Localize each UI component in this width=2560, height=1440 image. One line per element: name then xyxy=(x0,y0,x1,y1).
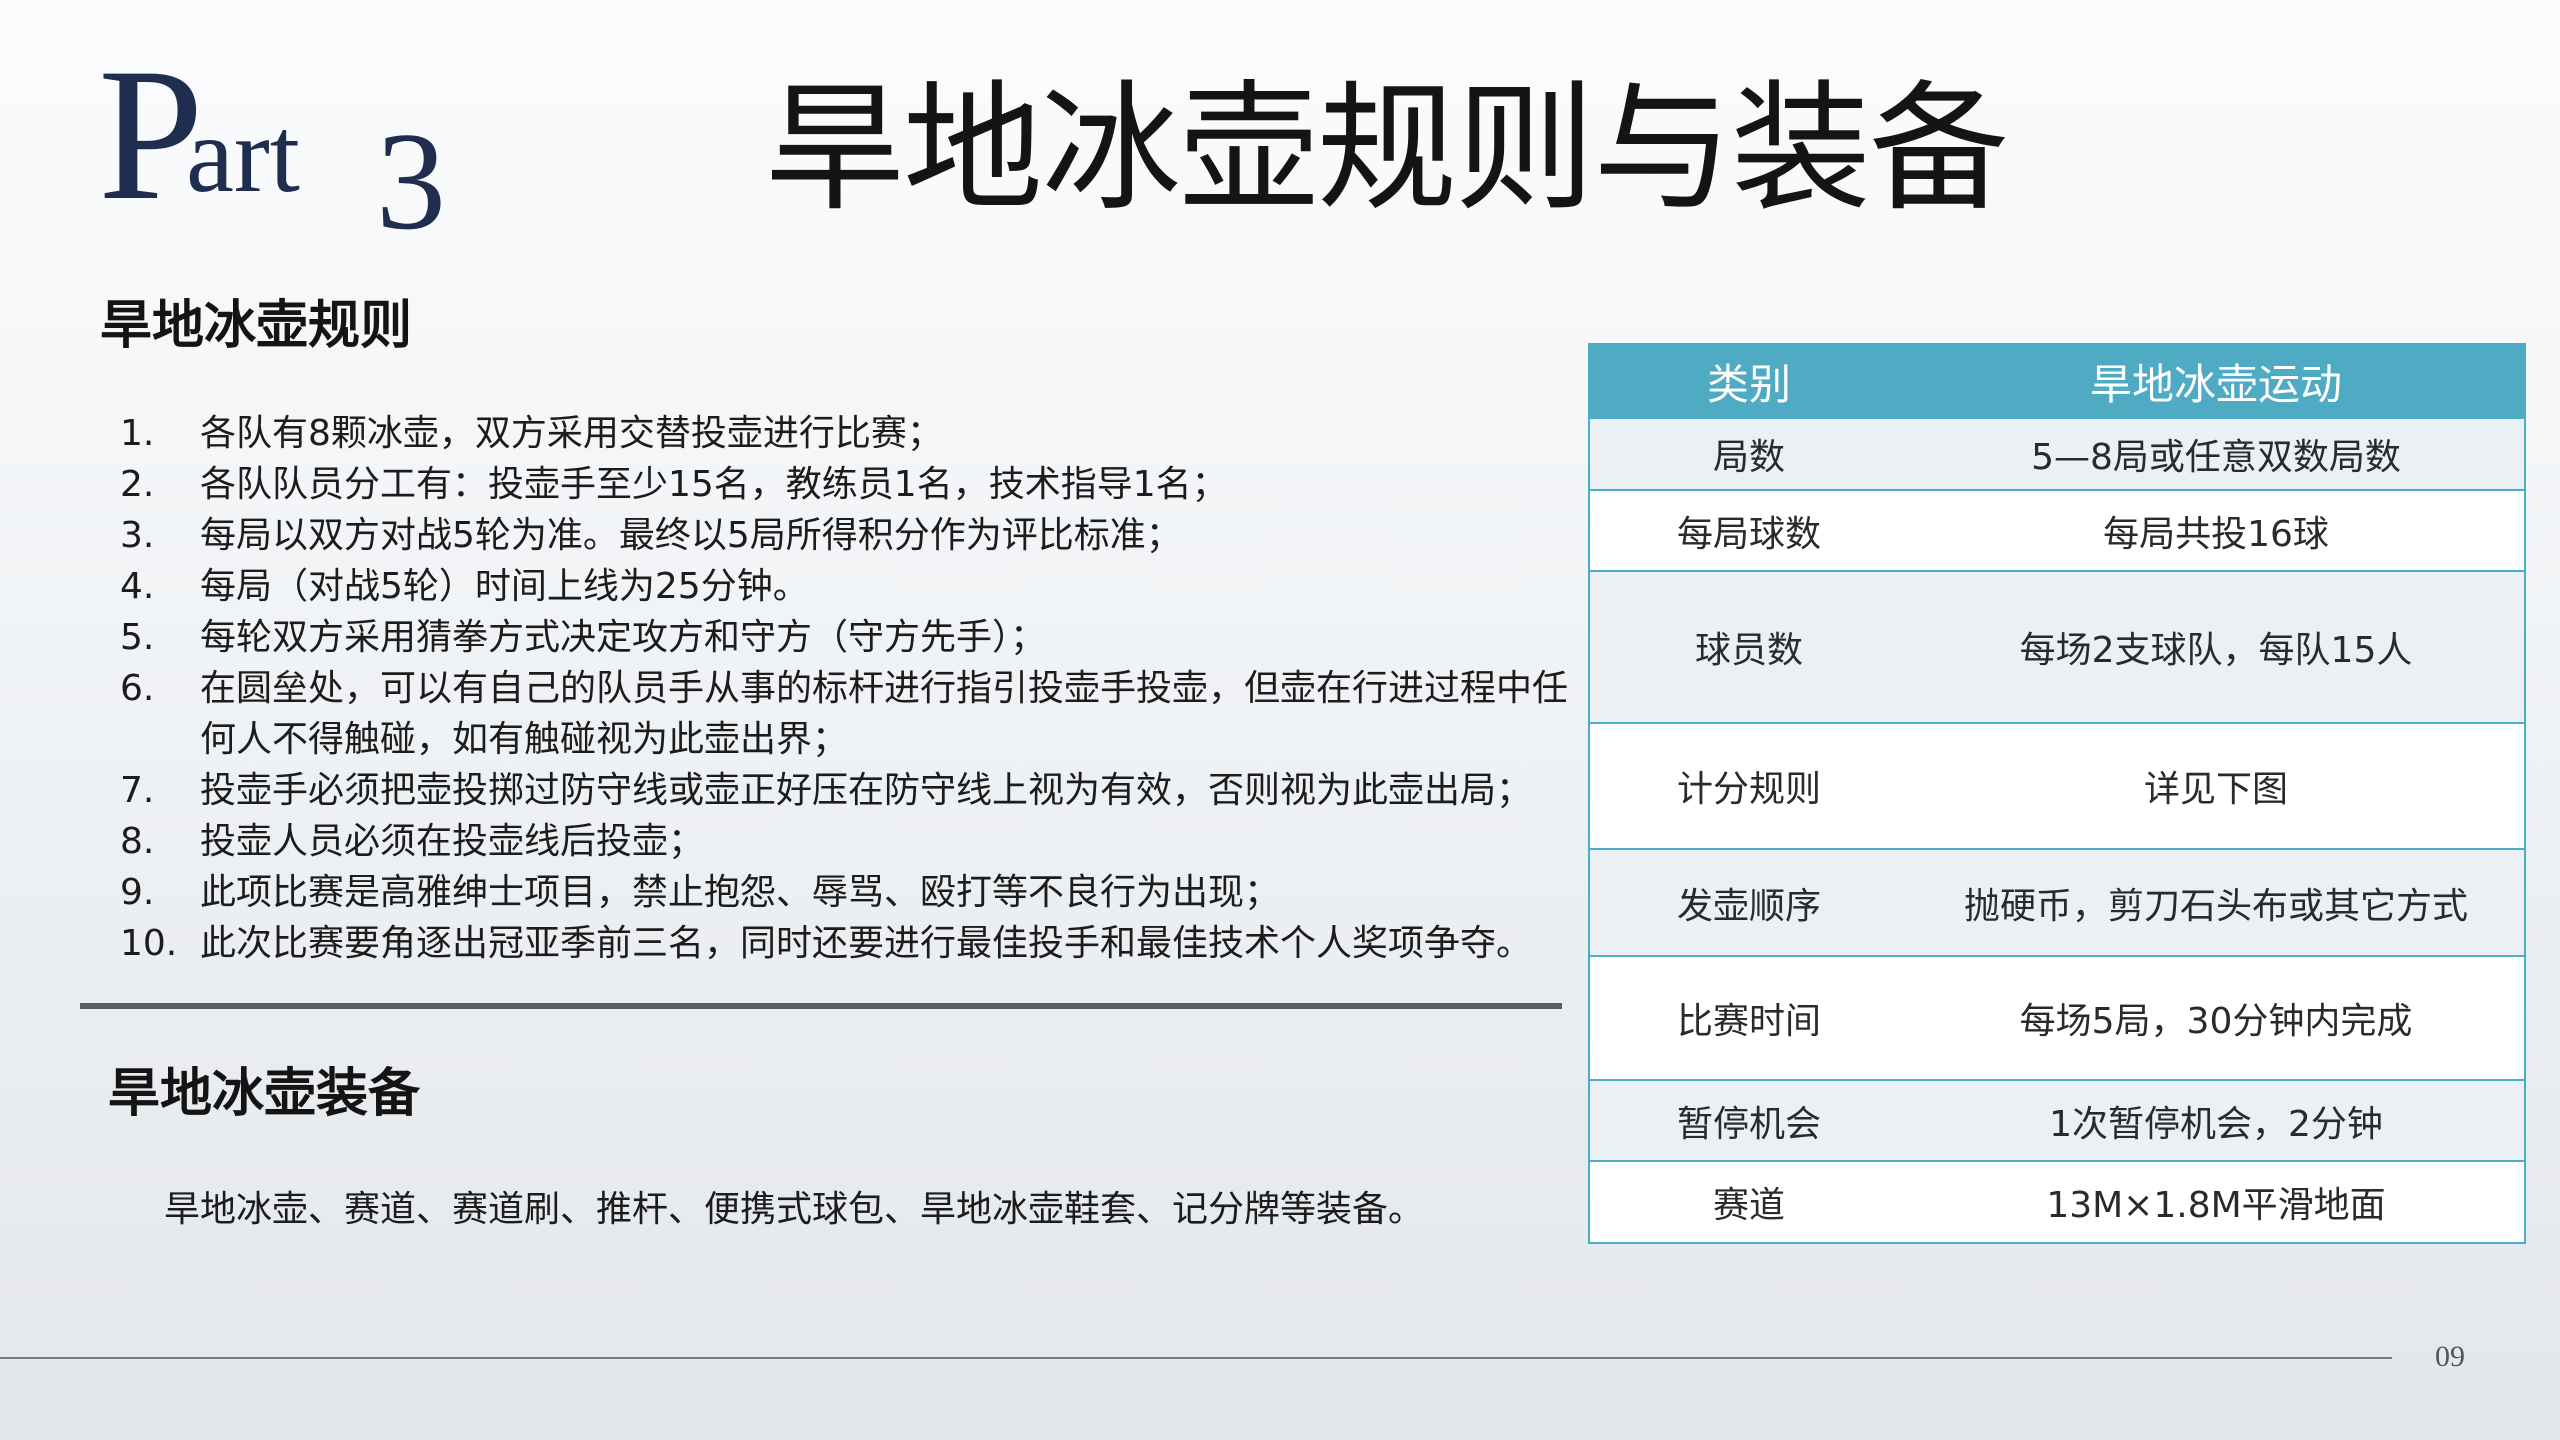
page-number: 09 xyxy=(2435,1340,2465,1373)
table-cell-category: 局数 xyxy=(1712,437,1785,478)
table-cell-value: 13M×1.8M平滑地面 xyxy=(2046,1185,2386,1226)
rule-item: 5. 每轮双方采用猜拳方式决定攻方和守方（守方先手）； xyxy=(120,612,1590,663)
part-word-art: art xyxy=(186,96,300,215)
rule-item: 6. 在圆垒处，可以有自己的队员手从事的标杆进行指引投壶手投壶，但壶在行进过程中任… xyxy=(120,663,1590,765)
table-cell-category: 比赛时间 xyxy=(1676,1001,1821,1042)
rule-text: 此次比赛要角逐出冠亚季前三名，同时还要进行最佳投手和最佳技术个人奖项争夺。 xyxy=(200,923,1533,964)
table-cell-value: 1次暂停机会，2分钟 xyxy=(2049,1103,2383,1145)
table-cell-value: 每场2支球队，每队15人 xyxy=(2019,630,2413,671)
rule-number: 6. xyxy=(120,668,155,709)
table-cell-category: 赛道 xyxy=(1712,1185,1785,1226)
rules-list: 1. 各队有8颗冰壶，双方采用交替投壶进行比赛； 2. 各队队员分工有：投壶手至少1… xyxy=(120,408,1590,969)
table-cell-category: 球员数 xyxy=(1694,630,1803,671)
table-cell-category: 计分规则 xyxy=(1676,769,1821,810)
table-header-row: 类别 旱地冰壶运动 xyxy=(1590,345,2524,417)
rule-item: 9. 此项比赛是高雅绅士项目，禁止抱怨、辱骂、殴打等不良行为出现； xyxy=(120,867,1590,918)
table-cell-value: 5—8局或任意双数局数 xyxy=(2031,437,2401,478)
table-cell-value: 每局共投16球 xyxy=(2103,513,2329,555)
rule-item: 1. 各队有8颗冰壶，双方采用交替投壶进行比赛； xyxy=(120,408,1590,459)
rule-item: 10. 此次比赛要角逐出冠亚季前三名，同时还要进行最佳投手和最佳技术个人奖项争夺。 xyxy=(120,918,1590,969)
rule-number: 5. xyxy=(120,617,155,658)
section-divider xyxy=(80,1003,1562,1009)
table-header-category: 类别 xyxy=(1706,359,1791,409)
table-row: 比赛时间 每场5局，30分钟内完成 xyxy=(1590,955,2524,1079)
rule-number: 9. xyxy=(120,872,155,913)
table-cell-value: 抛硬币，剪刀石头布或其它方式 xyxy=(1963,885,2468,927)
table-header-value: 旱地冰壶运动 xyxy=(2089,359,2342,409)
table-cell-category: 发壶顺序 xyxy=(1676,885,1821,927)
equipment-text: 旱地冰壶、赛道、赛道刷、推杆、便携式球包、旱地冰壶鞋套、记分牌等装备。 xyxy=(164,1189,1425,1230)
table-cell-category: 暂停机会 xyxy=(1676,1103,1821,1145)
rule-text: 投壶手必须把壶投掷过防守线或壶正好压在防守线上视为有效，否则视为此壶出局； xyxy=(200,770,1533,811)
rule-number: 4. xyxy=(120,566,155,607)
rule-number: 7. xyxy=(120,770,155,811)
rule-number: 8. xyxy=(120,821,155,862)
part-label: P art 3 xyxy=(98,40,458,252)
rule-number: 10. xyxy=(120,923,178,964)
equipment-section-title: 旱地冰壶装备 xyxy=(108,1064,421,1124)
table-row: 局数 5—8局或任意双数局数 xyxy=(1590,417,2524,489)
rules-table: 类别 旱地冰壶运动 局数 5—8局或任意双数局数 每局球数 每局共投16球 球员… xyxy=(1588,343,2526,1244)
rule-item: 3. 每局以双方对战5轮为准。最终以5局所得积分作为评比标准； xyxy=(120,510,1590,561)
rule-number: 2. xyxy=(120,464,155,505)
table-row: 球员数 每场2支球队，每队15人 xyxy=(1590,570,2524,722)
rule-text: 在圆垒处，可以有自己的队员手从事的标杆进行指引投壶手投壶，但壶在行进过程中任何人… xyxy=(200,668,1569,760)
rule-number: 3. xyxy=(120,515,155,556)
rules-section-title: 旱地冰壶规则 xyxy=(100,296,413,356)
rule-text: 每轮双方采用猜拳方式决定攻方和守方（守方先手）； xyxy=(200,617,1047,658)
rule-number: 1. xyxy=(120,413,155,454)
rule-item: 2. 各队队员分工有：投壶手至少15名，教练员1名，技术指导1名； xyxy=(120,459,1590,510)
part-number: 3 xyxy=(376,104,446,259)
rule-item: 7. 投壶手必须把壶投掷过防守线或壶正好压在防守线上视为有效，否则视为此壶出局； xyxy=(120,765,1590,816)
table-row: 赛道 13M×1.8M平滑地面 xyxy=(1590,1160,2524,1242)
rule-text: 每局（对战5轮）时间上线为25分钟。 xyxy=(200,566,809,607)
rule-text: 各队有8颗冰壶，双方采用交替投壶进行比赛； xyxy=(200,413,943,454)
footer-line xyxy=(0,1357,2392,1359)
table-row: 发壶顺序 抛硬币，剪刀石头布或其它方式 xyxy=(1590,848,2524,955)
page-title: 旱地冰壶规则与装备 xyxy=(765,68,2009,231)
table-row: 暂停机会 1次暂停机会，2分钟 xyxy=(1590,1079,2524,1160)
rule-item: 8. 投壶人员必须在投壶线后投壶； xyxy=(120,816,1590,867)
rule-text: 此项比赛是高雅绅士项目，禁止抱怨、辱骂、殴打等不良行为出现； xyxy=(200,872,1281,913)
rule-text: 每局以双方对战5轮为准。最终以5局所得积分作为评比标准； xyxy=(200,515,1182,556)
rule-text: 投壶人员必须在投壶线后投壶； xyxy=(200,821,705,862)
table-row: 每局球数 每局共投16球 xyxy=(1590,489,2524,570)
rule-item: 4. 每局（对战5轮）时间上线为25分钟。 xyxy=(120,561,1590,612)
table-cell-value: 每场5局，30分钟内完成 xyxy=(2019,1001,2413,1042)
table-cell-value: 详见下图 xyxy=(2143,769,2288,810)
table-cell-category: 每局球数 xyxy=(1676,513,1821,555)
table-row: 计分规则 详见下图 xyxy=(1590,722,2524,848)
rule-text: 各队队员分工有：投壶手至少15名，教练员1名，技术指导1名； xyxy=(200,464,1228,505)
